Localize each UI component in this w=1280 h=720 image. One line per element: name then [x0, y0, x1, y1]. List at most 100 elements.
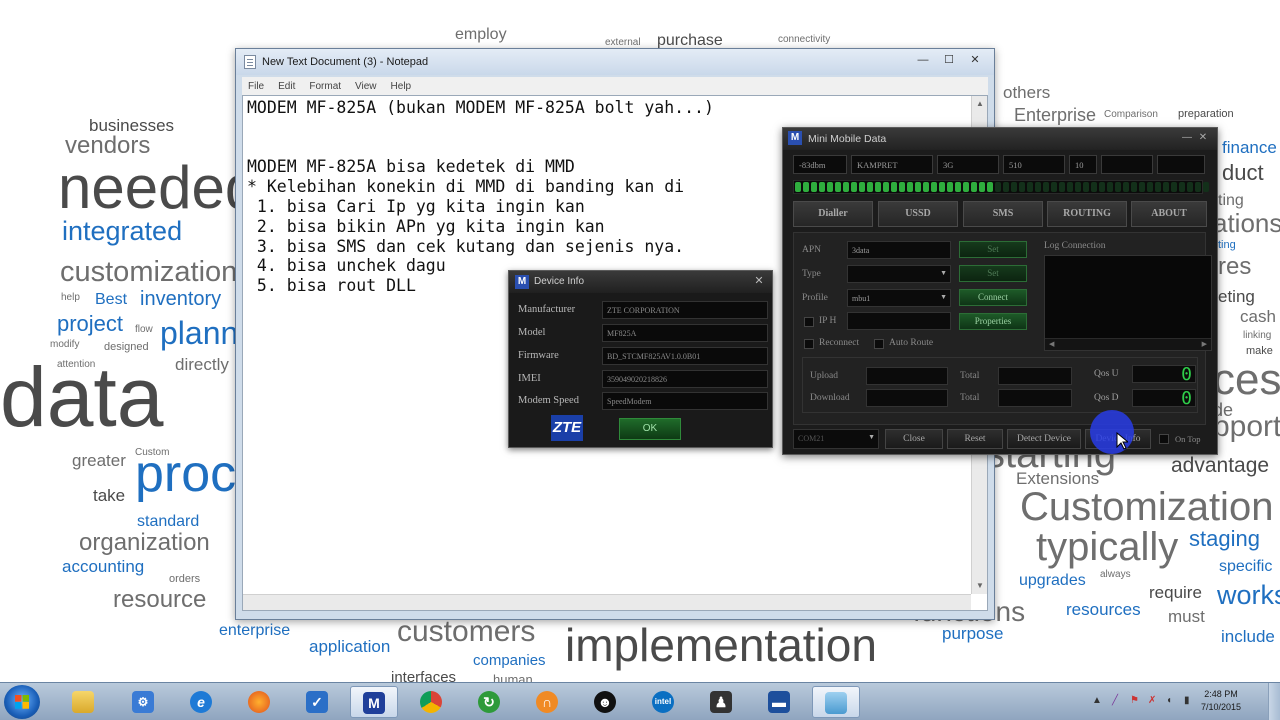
taskbar-app-10[interactable]: ☻: [582, 686, 630, 718]
manufacturer-field[interactable]: ZTE CORPORATION: [602, 301, 768, 319]
scroll-down-icon[interactable]: ▼: [972, 578, 987, 594]
minimize-button[interactable]: —: [910, 51, 936, 69]
auto-route-label: Auto Route: [889, 338, 934, 348]
start-button[interactable]: [4, 685, 40, 719]
taskbar-app-5[interactable]: ✓: [294, 686, 342, 718]
close-icon[interactable]: ✕: [1195, 131, 1211, 145]
show-desktop-button[interactable]: [1268, 683, 1280, 720]
system-tray: ▲ ╱ ⚑ ✗ ◖ ▮: [1088, 683, 1280, 720]
app-logo-icon: M: [788, 131, 802, 145]
log-horizontal-scrollbar[interactable]: ◀ ▶: [1045, 338, 1211, 350]
reconnect-checkbox[interactable]: [804, 339, 814, 349]
notepad-content[interactable]: MODEM MF-825A (bukan MODEM MF-825A bolt …: [247, 98, 714, 296]
apn-input[interactable]: 3data: [847, 241, 951, 259]
tray-security-icon[interactable]: ⚑: [1130, 695, 1139, 706]
tray-network-icon[interactable]: ✗: [1148, 695, 1156, 706]
tab-dialler[interactable]: Dialler: [793, 201, 873, 227]
close-button[interactable]: Close: [885, 429, 943, 449]
firmware-field[interactable]: BD_STCMF825AV1.0.0B01: [602, 347, 768, 365]
wallpaper-word: specific: [1219, 558, 1273, 575]
tab-sms[interactable]: SMS: [963, 201, 1043, 227]
close-button[interactable]: ✕: [962, 51, 988, 69]
device-info-title: Device Info: [534, 276, 585, 287]
taskbar-explorer[interactable]: [60, 686, 108, 718]
signal-segment: [1187, 182, 1193, 192]
signal-segment: [955, 182, 961, 192]
minimize-icon[interactable]: —: [1179, 131, 1195, 145]
wallpaper-word: resource: [113, 586, 207, 613]
zte-logo: ZTE: [551, 415, 583, 441]
auto-route-checkbox[interactable]: [874, 339, 884, 349]
reconnect-label: Reconnect: [819, 338, 860, 348]
notepad-titlebar[interactable]: New Text Document (3) - Notepad — ☐ ✕: [236, 49, 994, 75]
maximize-button[interactable]: ☐: [936, 51, 962, 69]
tray-pen-icon[interactable]: ╱: [1112, 695, 1118, 706]
mmd-titlebar[interactable]: M Mini Mobile Data — ✕: [783, 128, 1217, 150]
taskbar-chrome[interactable]: [408, 686, 456, 718]
ip-checkbox[interactable]: [804, 317, 814, 327]
ok-button[interactable]: OK: [619, 418, 681, 440]
set-type-button[interactable]: Set: [959, 265, 1027, 282]
signal-segment: [1027, 182, 1033, 192]
wallpaper-word: data: [0, 350, 164, 444]
scroll-up-icon[interactable]: ▲: [972, 96, 987, 112]
tab-ussd[interactable]: USSD: [878, 201, 958, 227]
modem-speed-field[interactable]: SpeedModem: [602, 392, 768, 410]
properties-button[interactable]: Properties: [959, 313, 1027, 330]
menu-edit[interactable]: Edit: [278, 81, 295, 92]
close-icon[interactable]: ✕: [752, 274, 766, 288]
network-app-icon: ⚙: [132, 691, 154, 713]
mouse-pointer-icon: [1116, 432, 1128, 450]
device-info-dialog[interactable]: M Device Info ✕ Manufacturer ZTE CORPORA…: [508, 270, 773, 448]
taskbar-app-12[interactable]: ♟: [698, 686, 746, 718]
tray-volume-icon[interactable]: ◖: [1166, 695, 1172, 706]
taskbar-ie[interactable]: e: [178, 686, 226, 718]
menu-help[interactable]: Help: [391, 81, 412, 92]
connect-button[interactable]: Connect: [959, 289, 1027, 306]
ip-input[interactable]: [847, 312, 951, 330]
mcc-status: 510: [1003, 155, 1065, 174]
taskbar-mini-mobile-data[interactable]: M: [350, 686, 398, 718]
log-connection-box[interactable]: ◀ ▶: [1044, 255, 1212, 351]
wallpaper-word: needed: [58, 154, 259, 221]
menu-view[interactable]: View: [355, 81, 377, 92]
model-field[interactable]: MF825A: [602, 324, 768, 342]
com-port-select[interactable]: COM21: [793, 429, 879, 449]
app-12-icon: ♟: [710, 691, 732, 713]
taskbar-app-2[interactable]: ⚙: [120, 686, 168, 718]
wallpaper-word: external: [605, 37, 641, 48]
tray-battery-icon[interactable]: ▮: [1184, 695, 1190, 706]
tray-arrow-icon[interactable]: ▲: [1092, 695, 1102, 706]
on-top-checkbox[interactable]: [1159, 434, 1169, 444]
wallpaper-word: cash: [1240, 307, 1276, 326]
manufacturer-row: Manufacturer ZTE CORPORATION: [518, 301, 768, 320]
wallpaper-word: require: [1149, 583, 1202, 602]
detect-device-button[interactable]: Detect Device: [1007, 429, 1081, 449]
scroll-left-icon[interactable]: ◀: [1049, 340, 1054, 348]
set-apn-button[interactable]: Set: [959, 241, 1027, 258]
mini-mobile-data-window[interactable]: M Mini Mobile Data — ✕ -83dbm KAMPRET 3G…: [782, 127, 1218, 455]
taskbar: ⚙ e ✓ M ↻ ∩ ☻ intel ♟ ▬ ▲ ╱ ⚑ ✗ ◖ ▮ 2:48…: [0, 682, 1280, 720]
clock[interactable]: 2:48 PM 7/10/2015: [1196, 688, 1246, 714]
tab-about[interactable]: ABOUT: [1131, 201, 1207, 227]
profile-select[interactable]: mbu1: [847, 289, 951, 307]
menu-format[interactable]: Format: [309, 81, 341, 92]
horizontal-scrollbar[interactable]: [243, 594, 971, 610]
device-info-titlebar[interactable]: M Device Info ✕: [509, 271, 772, 293]
tab-routing[interactable]: ROUTING: [1047, 201, 1127, 227]
taskbar-app-13[interactable]: ▬: [756, 686, 804, 718]
taskbar-notepad[interactable]: [812, 686, 860, 718]
qos-d-digit-icon: 0: [1181, 388, 1192, 409]
taskbar-firefox[interactable]: [236, 686, 284, 718]
type-select[interactable]: [847, 265, 951, 283]
wallpaper-word: customers: [397, 615, 536, 648]
imei-field[interactable]: 359049020218826: [602, 370, 768, 388]
intel-icon: intel: [652, 691, 674, 713]
reset-button[interactable]: Reset: [947, 429, 1003, 449]
scroll-right-icon[interactable]: ▶: [1202, 340, 1207, 348]
taskbar-app-8[interactable]: ↻: [466, 686, 514, 718]
model-row: Model MF825A: [518, 324, 768, 343]
taskbar-app-9[interactable]: ∩: [524, 686, 572, 718]
menu-file[interactable]: File: [248, 81, 264, 92]
taskbar-intel[interactable]: intel: [640, 686, 688, 718]
